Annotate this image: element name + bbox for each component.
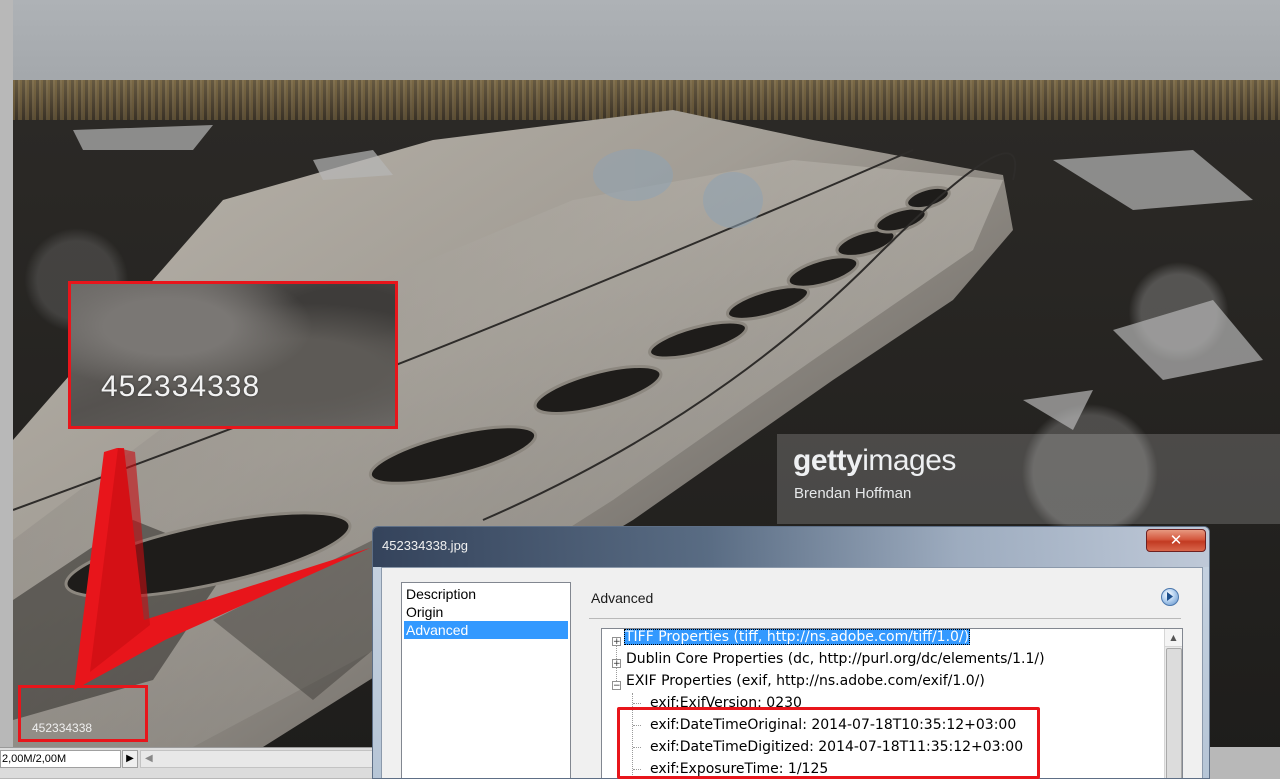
tree-row-exif[interactable]: EXIF Properties (exif, http://ns.adobe.c… [626, 671, 985, 691]
nav-item-description[interactable]: Description [404, 585, 568, 603]
scroll-up-icon[interactable]: ▲ [1165, 629, 1182, 647]
panel-menu-button[interactable] [1161, 588, 1179, 606]
scroll-left-icon[interactable]: ◀ [145, 751, 153, 767]
status-bar: 2,00M/2,00M ▶ ◀ [0, 747, 374, 778]
horizontal-scrollbar[interactable]: ◀ [140, 750, 374, 768]
tree-expand-icon[interactable]: + [612, 659, 621, 669]
nav-item-advanced[interactable]: Advanced [404, 621, 568, 639]
document-size: 2,00M/2,00M [0, 750, 121, 768]
zoomed-id-callout: 452334338 [68, 281, 398, 429]
tree-scrollbar[interactable]: ▲ [1164, 629, 1182, 778]
tree-row-tiff[interactable]: TIFF Properties (tiff, http://ns.adobe.c… [624, 629, 971, 647]
tree-connector [633, 703, 641, 704]
getty-images-logo: gettyimages [793, 444, 956, 477]
exif-date-highlight [617, 707, 1040, 779]
tree-expand-icon[interactable]: + [612, 637, 621, 647]
close-button[interactable]: ✕ [1146, 529, 1206, 552]
zoomed-id-text: 452334338 [101, 370, 261, 403]
dialog-titlebar[interactable] [373, 527, 1209, 567]
status-menu-arrow[interactable]: ▶ [122, 750, 138, 768]
tree-collapse-icon[interactable]: − [612, 681, 621, 691]
nav-item-origin[interactable]: Origin [404, 603, 568, 621]
panel-title: Advanced [591, 590, 654, 606]
original-id-text: 452334338 [32, 721, 93, 735]
panel-divider [589, 618, 1181, 619]
scrollbar-thumb[interactable] [1166, 648, 1182, 778]
arrow-right-icon [1167, 592, 1173, 601]
photographer-credit: Brendan Hoffman [794, 485, 912, 502]
category-list: Description Origin Advanced [401, 582, 571, 778]
tree-row-dublin-core[interactable]: Dublin Core Properties (dc, http://purl.… [626, 649, 1045, 669]
dialog-title: 452334338.jpg [382, 538, 469, 553]
